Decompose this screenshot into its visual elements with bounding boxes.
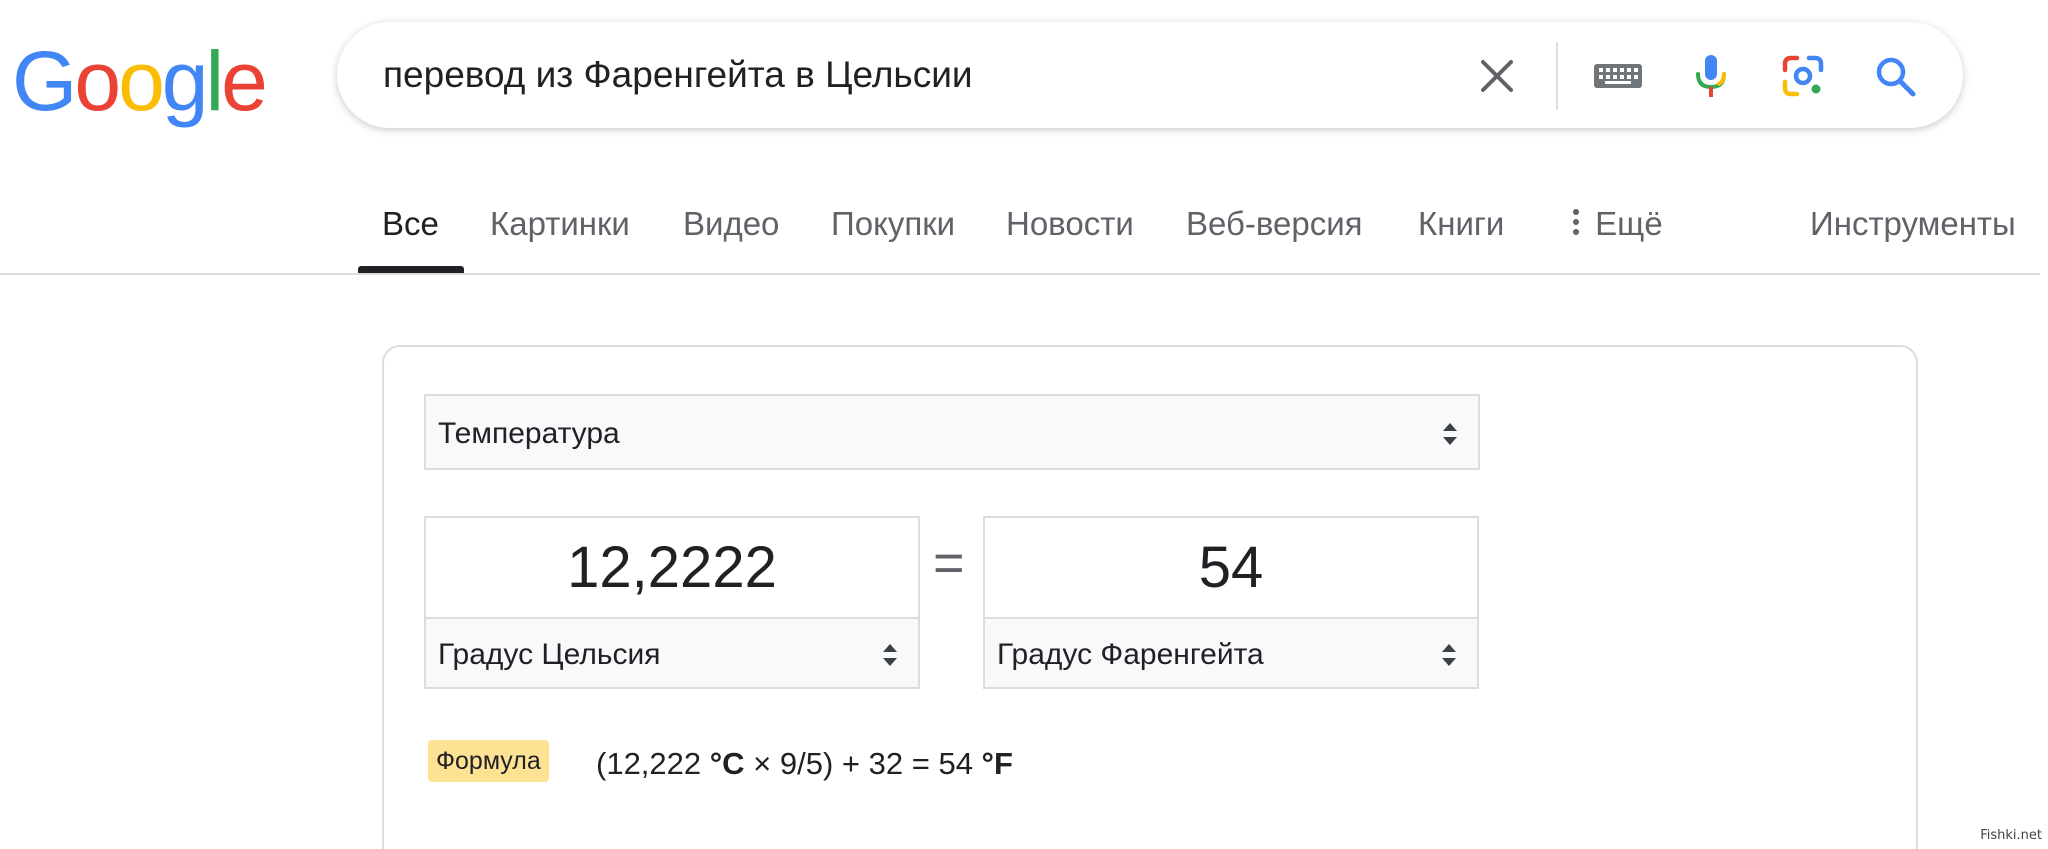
formula-part: (12,222 (596, 746, 710, 781)
logo-letter: g (161, 34, 209, 128)
right-unit-select-value: Градус Фаренгейта (997, 638, 1264, 671)
logo-letter: e (221, 34, 268, 128)
formula-part: × 9/5) + 32 = 54 (744, 746, 982, 781)
formula-badge: Формула (428, 740, 549, 782)
google-logo[interactable]: Google (12, 34, 268, 128)
logo-letter: G (12, 34, 77, 128)
formula-text: (12,222 °C × 9/5) + 32 = 54 °F (596, 744, 1013, 784)
category-select-value: Температура (438, 417, 620, 450)
tab-shopping[interactable]: Покупки (831, 204, 955, 244)
tab-web[interactable]: Веб-версия (1186, 204, 1363, 244)
unit-converter-card: Температура 12,2222 = 54 Градус Цельсия … (382, 345, 1918, 849)
search-input[interactable]: перевод из Фаренгейта в Цельсии (383, 50, 973, 100)
tab-books[interactable]: Книги (1418, 204, 1504, 244)
fahrenheit-value-input[interactable]: 54 (983, 516, 1479, 620)
logo-letter: o (74, 34, 121, 128)
search-divider (1556, 42, 1558, 110)
tab-more[interactable]: Ещё (1566, 204, 1663, 246)
left-unit-select-value: Градус Цельсия (438, 638, 661, 671)
right-unit-select[interactable]: Градус Фаренгейта (983, 617, 1479, 689)
formula-unit-fahrenheit: °F (981, 746, 1013, 781)
more-vert-icon (1566, 206, 1586, 246)
tab-more-label: Ещё (1595, 205, 1663, 242)
microphone-icon[interactable] (1685, 50, 1737, 102)
tab-news[interactable]: Новости (1006, 204, 1134, 244)
celsius-value-input[interactable]: 12,2222 (424, 516, 920, 620)
search-bar[interactable]: перевод из Фаренгейта в Цельсии (337, 22, 1963, 128)
formula-unit-celsius: °C (709, 746, 745, 781)
tabs-divider (0, 273, 2040, 275)
search-icon[interactable] (1869, 50, 1921, 102)
logo-letter: o (118, 34, 165, 128)
lens-icon[interactable] (1777, 50, 1829, 102)
active-tab-indicator (358, 266, 464, 273)
updown-arrow-icon (1440, 418, 1460, 450)
tab-video[interactable]: Видео (683, 204, 779, 244)
updown-arrow-icon (880, 639, 900, 671)
left-unit-select[interactable]: Градус Цельсия (424, 617, 920, 689)
search-results-page: Google перевод из Фаренгейта в Цельсии В… (0, 0, 2048, 849)
equals-sign: = (933, 533, 965, 593)
keyboard-icon[interactable] (1590, 50, 1646, 102)
updown-arrow-icon (1439, 639, 1459, 671)
watermark: Fishki.net (1980, 828, 2042, 843)
logo-letter: l (205, 34, 225, 128)
category-select[interactable]: Температура (424, 394, 1480, 470)
tab-all[interactable]: Все (382, 204, 439, 244)
close-icon[interactable] (1471, 50, 1523, 102)
tab-tools[interactable]: Инструменты (1810, 204, 2016, 244)
search-tabs: Все Картинки Видео Покупки Новости Веб-в… (0, 190, 2040, 275)
tab-images[interactable]: Картинки (490, 204, 630, 244)
